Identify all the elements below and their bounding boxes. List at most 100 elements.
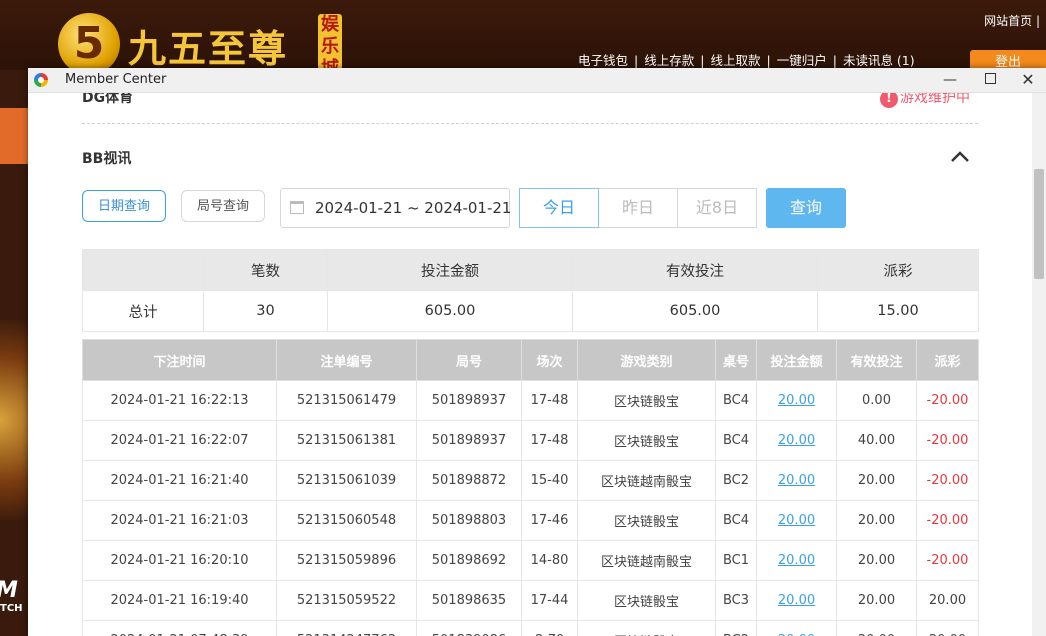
cell-bet-amount[interactable]: 20.00 bbox=[756, 620, 837, 636]
table-row: 2024-01-21 16:21:40 521315061039 501898872… bbox=[82, 460, 979, 501]
close-button[interactable]: ✕ bbox=[1008, 68, 1046, 92]
cell-game-type: 区块链骰宝 bbox=[577, 620, 716, 636]
window-content: DG体育 ! 游戏维护中 BB视讯 日期查询 局号查询 2024-01-21 ~ … bbox=[28, 93, 1032, 636]
cell-game-type: 区块链骰宝 bbox=[577, 500, 716, 541]
round-query-tab[interactable]: 局号查询 bbox=[181, 190, 265, 222]
site-side-banner bbox=[0, 320, 28, 520]
date-range-input[interactable]: 2024-01-21 ~ 2024-01-21 bbox=[280, 188, 512, 228]
header-valid-bet: 有效投注 bbox=[836, 339, 917, 381]
member-center-window: Member Center — ✕ DG体育 ! 游戏维护中 BB视讯 日期查询 … bbox=[28, 68, 1046, 636]
summary-cell: 30 bbox=[203, 290, 328, 332]
cell-round-id: 501898803 bbox=[416, 500, 522, 541]
cell-valid-bet: 20.00 bbox=[836, 500, 917, 541]
date-range-value: 2024-01-21 ~ 2024-01-21 bbox=[315, 199, 512, 217]
cell-bet-time: 2024-01-21 07:48:39 bbox=[82, 620, 277, 636]
cell-bet-amount[interactable]: 20.00 bbox=[756, 500, 837, 541]
cell-session: 15-40 bbox=[521, 460, 578, 501]
cell-session: 8-70 bbox=[521, 620, 578, 636]
scrollbar-thumb[interactable] bbox=[1034, 169, 1044, 279]
section-title: BB视讯 bbox=[82, 151, 132, 167]
header-table-no: 桌号 bbox=[715, 339, 757, 381]
cell-bet-id: 521314247762 bbox=[276, 620, 417, 636]
cell-bet-amount[interactable]: 20.00 bbox=[756, 380, 837, 421]
cell-table-no: BC4 bbox=[715, 420, 757, 461]
site-home-link[interactable]: 网站首页 | bbox=[984, 12, 1040, 29]
nav-withdraw[interactable]: 线上取款 bbox=[710, 53, 760, 68]
cell-round-id: 501898937 bbox=[416, 420, 522, 461]
nav-consolidate[interactable]: 一键归户 bbox=[777, 53, 827, 68]
maintenance-notice: ! 游戏维护中 bbox=[880, 93, 970, 108]
cell-bet-amount[interactable]: 20.00 bbox=[756, 580, 837, 621]
summary-table: 笔数 投注金额 有效投注 派彩 总计 30 605.00 605.00 15.0… bbox=[82, 249, 979, 332]
cell-table-no: BC4 bbox=[715, 500, 757, 541]
date-query-tab[interactable]: 日期查询 bbox=[82, 190, 166, 222]
cell-bet-time: 2024-01-21 16:19:40 bbox=[82, 580, 277, 621]
cell-valid-bet: 40.00 bbox=[836, 420, 917, 461]
cell-session: 14-80 bbox=[521, 540, 578, 581]
cell-bet-id: 521315061039 bbox=[276, 460, 417, 501]
today-button[interactable]: 今日 bbox=[519, 188, 599, 228]
summary-header: 派彩 bbox=[817, 249, 979, 291]
cell-bet-amount[interactable]: 20.00 bbox=[756, 420, 837, 461]
cell-game-type: 区块链越南骰宝 bbox=[577, 460, 716, 501]
cell-round-id: 501839086 bbox=[416, 620, 522, 636]
site-logo-icon[interactable]: 5 bbox=[58, 13, 120, 75]
table-row: 2024-01-21 16:22:13 521315061479 501898937… bbox=[82, 380, 979, 421]
summary-header: 笔数 bbox=[203, 249, 328, 291]
summary-total-row: 总计 30 605.00 605.00 15.00 bbox=[82, 290, 979, 332]
cell-valid-bet: 20.00 bbox=[836, 460, 917, 501]
cell-bet-id: 521315061381 bbox=[276, 420, 417, 461]
nav-unread-messages[interactable]: 未读讯息 (1) bbox=[843, 53, 915, 68]
yesterday-button[interactable]: 昨日 bbox=[598, 188, 678, 228]
warning-icon: ! bbox=[880, 93, 898, 108]
site-side-tab[interactable] bbox=[0, 108, 28, 164]
cell-bet-time: 2024-01-21 16:22:13 bbox=[82, 380, 277, 421]
chevron-up-icon[interactable] bbox=[950, 149, 970, 163]
cell-bet-id: 521315059522 bbox=[276, 580, 417, 621]
last-8-days-button[interactable]: 近8日 bbox=[677, 188, 757, 228]
detail-header-row: 下注时间 注单编号 局号 场次 游戏类别 桌号 投注金额 有效投注 派彩 bbox=[82, 339, 979, 381]
cell-bet-id: 521315060548 bbox=[276, 500, 417, 541]
summary-cell: 605.00 bbox=[327, 290, 573, 332]
minimize-button[interactable]: — bbox=[930, 68, 970, 92]
vertical-scrollbar[interactable] bbox=[1032, 93, 1046, 636]
summary-cell: 15.00 bbox=[817, 290, 979, 332]
window-title: Member Center bbox=[65, 72, 167, 87]
nav-wallet[interactable]: 电子钱包 bbox=[578, 53, 628, 68]
table-row: 2024-01-21 07:48:39521314247762501839086… bbox=[82, 620, 979, 636]
header-round-id: 局号 bbox=[416, 339, 522, 381]
query-button[interactable]: 查询 bbox=[766, 188, 846, 228]
site-logo-badge: 娱乐城 bbox=[318, 14, 342, 70]
calendar-icon bbox=[290, 201, 304, 214]
site-side-brand: MTCH bbox=[0, 578, 23, 614]
prev-section: DG体育 ! 游戏维护中 bbox=[82, 93, 978, 124]
header-game-type: 游戏类别 bbox=[577, 339, 716, 381]
cell-round-id: 501898692 bbox=[416, 540, 522, 581]
cell-valid-bet: 20.00 bbox=[836, 540, 917, 581]
cell-game-type: 区块链骰宝 bbox=[577, 380, 716, 421]
summary-cell: 605.00 bbox=[572, 290, 818, 332]
cell-round-id: 501898872 bbox=[416, 460, 522, 501]
cell-bet-id: 521315059896 bbox=[276, 540, 417, 581]
cell-bet-time: 2024-01-21 16:21:03 bbox=[82, 500, 277, 541]
window-titlebar[interactable]: Member Center — ✕ bbox=[28, 68, 1046, 93]
cell-table-no: BC2 bbox=[715, 620, 757, 636]
prev-section-title: DG体育 bbox=[82, 93, 134, 106]
cell-payout: -20.00 bbox=[916, 380, 979, 421]
cell-bet-amount[interactable]: 20.00 bbox=[756, 540, 837, 581]
cell-bet-time: 2024-01-21 16:22:07 bbox=[82, 420, 277, 461]
cell-game-type: 区块链骰宝 bbox=[577, 580, 716, 621]
cell-bet-id: 521315061479 bbox=[276, 380, 417, 421]
header-session: 场次 bbox=[521, 339, 578, 381]
cell-round-id: 501898937 bbox=[416, 380, 522, 421]
cell-bet-amount[interactable]: 20.00 bbox=[756, 460, 837, 501]
maximize-button[interactable] bbox=[970, 68, 1010, 92]
header-bet-id: 注单编号 bbox=[276, 339, 417, 381]
header-payout: 派彩 bbox=[916, 339, 979, 381]
cell-round-id: 501898635 bbox=[416, 580, 522, 621]
summary-header-row: 笔数 投注金额 有效投注 派彩 bbox=[82, 249, 979, 291]
cell-payout: -20.00 bbox=[916, 500, 979, 541]
cell-valid-bet: 20.00 bbox=[836, 580, 917, 621]
nav-deposit[interactable]: 线上存款 bbox=[644, 53, 694, 68]
table-row: 2024-01-21 16:22:07 521315061381 501898937… bbox=[82, 420, 979, 461]
